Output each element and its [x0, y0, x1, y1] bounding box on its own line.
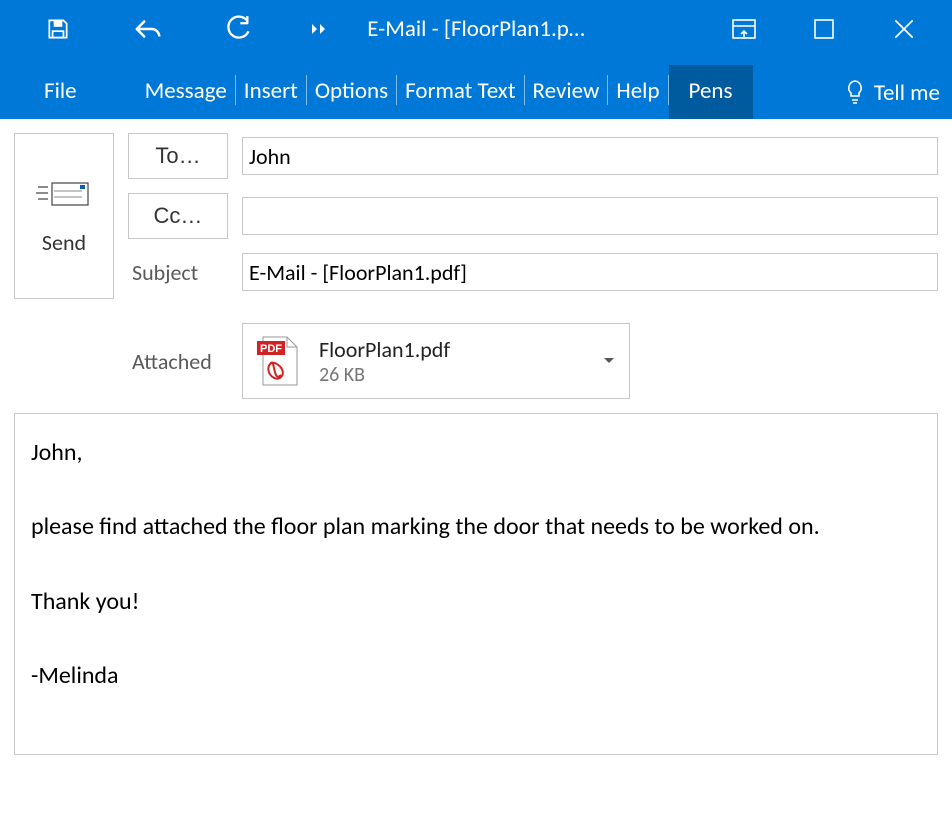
attachment-item[interactable]: PDF FloorPlan1.pdf 26 KB: [242, 323, 630, 399]
save-button[interactable]: [40, 11, 76, 47]
header-fields: Send To… Cc… Subject: [14, 133, 938, 299]
tab-options[interactable]: Options: [307, 65, 396, 119]
redo-button[interactable]: [220, 11, 256, 47]
undo-button[interactable]: [130, 11, 166, 47]
attachment-size: 26 KB: [319, 363, 450, 387]
quick-access-toolbar: [0, 0, 330, 57]
attachment-dropdown[interactable]: [603, 357, 615, 365]
redo-icon: [224, 15, 252, 43]
attached-label: Attached: [128, 348, 228, 375]
tab-insert[interactable]: Insert: [236, 65, 306, 119]
subject-field[interactable]: [242, 253, 938, 291]
compose-area: Send To… Cc… Subject Attached: [0, 119, 952, 413]
tab-file[interactable]: File: [40, 65, 81, 119]
chevron-right-double-icon: [311, 22, 329, 36]
chevron-down-icon: [603, 357, 615, 365]
tell-me-label: Tell me: [874, 79, 940, 107]
window-title: E-Mail - [FloorPlan1.p…: [367, 15, 585, 43]
ribbon-display-button[interactable]: [724, 9, 764, 49]
send-envelope-icon: [36, 177, 92, 211]
tell-me-search[interactable]: Tell me: [844, 79, 940, 107]
qat-more-button[interactable]: [310, 11, 330, 47]
cc-button[interactable]: Cc…: [128, 193, 228, 239]
to-field[interactable]: [242, 137, 938, 175]
svg-text:PDF: PDF: [260, 343, 282, 355]
message-body[interactable]: John, please find attached the floor pla…: [14, 413, 938, 755]
send-label: Send: [42, 229, 86, 256]
tab-help[interactable]: Help: [608, 65, 667, 119]
title-bar: E-Mail - [FloorPlan1.p…: [0, 0, 952, 57]
tab-message[interactable]: Message: [137, 65, 235, 119]
tab-review[interactable]: Review: [525, 65, 608, 119]
attachment-name: FloorPlan1.pdf: [319, 336, 450, 363]
window-controls: [724, 0, 952, 57]
maximize-button[interactable]: [804, 9, 844, 49]
tab-format-text[interactable]: Format Text: [397, 65, 523, 119]
close-icon: [891, 16, 917, 42]
subject-label: Subject: [128, 259, 228, 286]
pdf-file-icon: PDF: [251, 333, 307, 389]
undo-icon: [133, 16, 163, 42]
ribbon-collapse-icon: [732, 19, 756, 39]
maximize-icon: [813, 18, 835, 40]
attachment-row: Attached PDF FloorPlan1.pdf 26 KB: [14, 323, 938, 399]
to-button[interactable]: To…: [128, 133, 228, 179]
tab-pens[interactable]: Pens: [669, 65, 753, 119]
ribbon-tabs: File Message Insert Options Format Text …: [0, 57, 952, 119]
cc-field[interactable]: [242, 197, 938, 235]
lightbulb-icon: [844, 80, 866, 106]
close-button[interactable]: [884, 9, 924, 49]
save-icon: [45, 16, 71, 42]
send-button[interactable]: Send: [14, 133, 114, 299]
